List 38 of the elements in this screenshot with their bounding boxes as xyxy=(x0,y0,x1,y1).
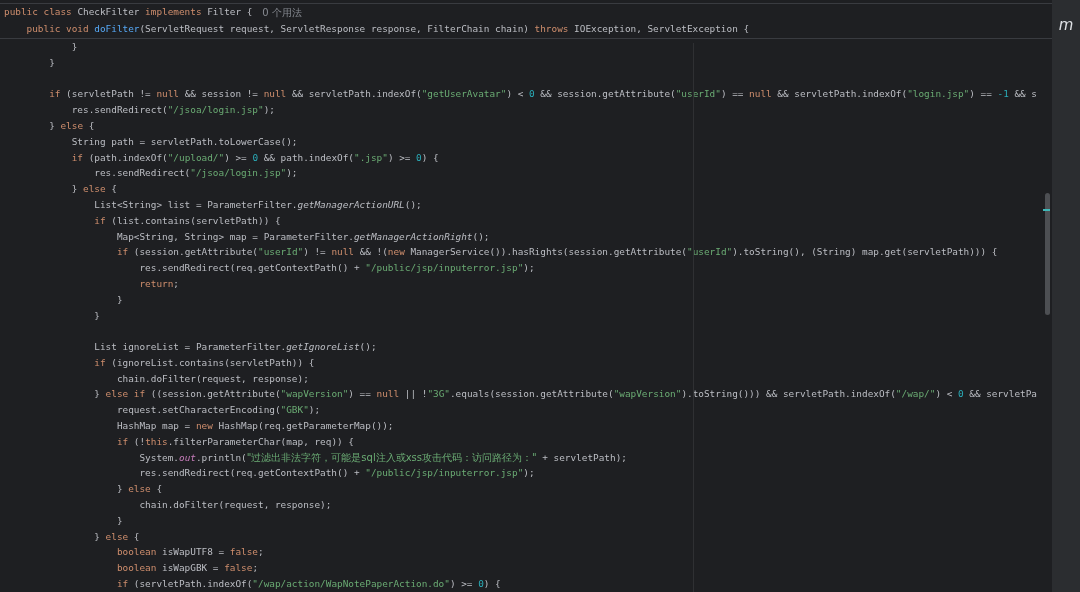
code-line: System.out.println("过滤出非法字符，可能是sql注入或xss攻击代码：访问路径为：" + servletPath); xyxy=(138,451,627,466)
code-line: res.sendRedirect("/jsoa/login.jsp"); xyxy=(70,103,275,118)
code-line: chain.doFilter(request, response); xyxy=(138,498,332,513)
code-line: } else { xyxy=(93,529,140,544)
code-line: String path = servletPath.toLowerCase(); xyxy=(70,134,298,149)
code-line: } xyxy=(93,308,100,323)
code-line: public class CheckFilter implements Filter { xyxy=(4,5,253,20)
code-line: return; xyxy=(138,276,179,291)
code-line: Map<String, String> map = ParameterFilter.getManagerActionRight(); xyxy=(115,229,490,244)
code-line: } else { xyxy=(48,118,95,133)
code-line: List ignoreList = ParameterFilter.getIgnoreList(); xyxy=(93,340,377,355)
code-line: } else { xyxy=(115,482,163,497)
code-line: } else if ((session.getAttribute("wapVersion") == null || !"3G".equals(session.getAttribute("wapVersion").toString())) && servletPath.indexOf("/wap/") < 0 && servletPa xyxy=(93,387,1037,402)
usage-hint: 0 个用法 xyxy=(262,5,302,20)
code-line: } xyxy=(115,292,123,307)
code-line: if (!this.filterParameterChar(map, req)) { xyxy=(115,434,354,449)
code-line: HashMap map = new HashMap(req.getParameterMap()); xyxy=(115,419,394,434)
code-line: chain.doFilter(request, response); xyxy=(115,371,309,386)
code-line: request.setCharacterEncoding("GBK"); xyxy=(115,403,321,418)
code-line: } else { xyxy=(70,182,117,197)
code-line: if (servletPath.indexOf("/wap/action/WapNotePaperAction.do") >= 0) { xyxy=(115,577,501,592)
code-line: if (session.getAttribute("userId") != null && !(new ManagerService()).hasRights(session.getAttribute("userId").toString(), (String) map.get(servletPath))) { xyxy=(115,245,998,260)
code-line: if (servletPath != null && session != null && servletPath.indexOf("getUserAvatar") < 0 && session.getAttribute("userId") == null && servletPath.indexOf("login.jsp") == -1 && s xyxy=(48,87,1037,102)
side-panel-label[interactable]: m xyxy=(1058,14,1074,37)
code-line: } xyxy=(115,513,123,528)
code-line: res.sendRedirect(req.getContextPath() + "/public/jsp/inputerror.jsp"); xyxy=(138,261,535,276)
code-line: List<String> list = ParameterFilter.getManagerActionURL(); xyxy=(93,197,422,212)
code-line: boolean isWapUTF8 = false; xyxy=(115,545,264,560)
code-line: } xyxy=(70,39,78,54)
code-line: res.sendRedirect("/jsoa/login.jsp"); xyxy=(93,166,298,181)
code-line: } xyxy=(48,55,55,70)
code-line: public void doFilter(ServletRequest request, ServletResponse response, FilterChain chain) throws IOException, ServletException { xyxy=(25,21,750,36)
code-line: if (list.contains(servletPath)) { xyxy=(93,213,281,228)
code-line: boolean isWapGBK = false; xyxy=(115,561,259,576)
code-line: if (ignoreList.contains(servletPath)) { xyxy=(93,355,315,370)
change-marker xyxy=(1043,209,1050,211)
code-line: if (path.indexOf("/upload/") >= 0 && path.indexOf(".jsp") >= 0) { xyxy=(70,150,439,165)
code-line: res.sendRedirect(req.getContextPath() + "/public/jsp/inputerror.jsp"); xyxy=(138,466,535,481)
